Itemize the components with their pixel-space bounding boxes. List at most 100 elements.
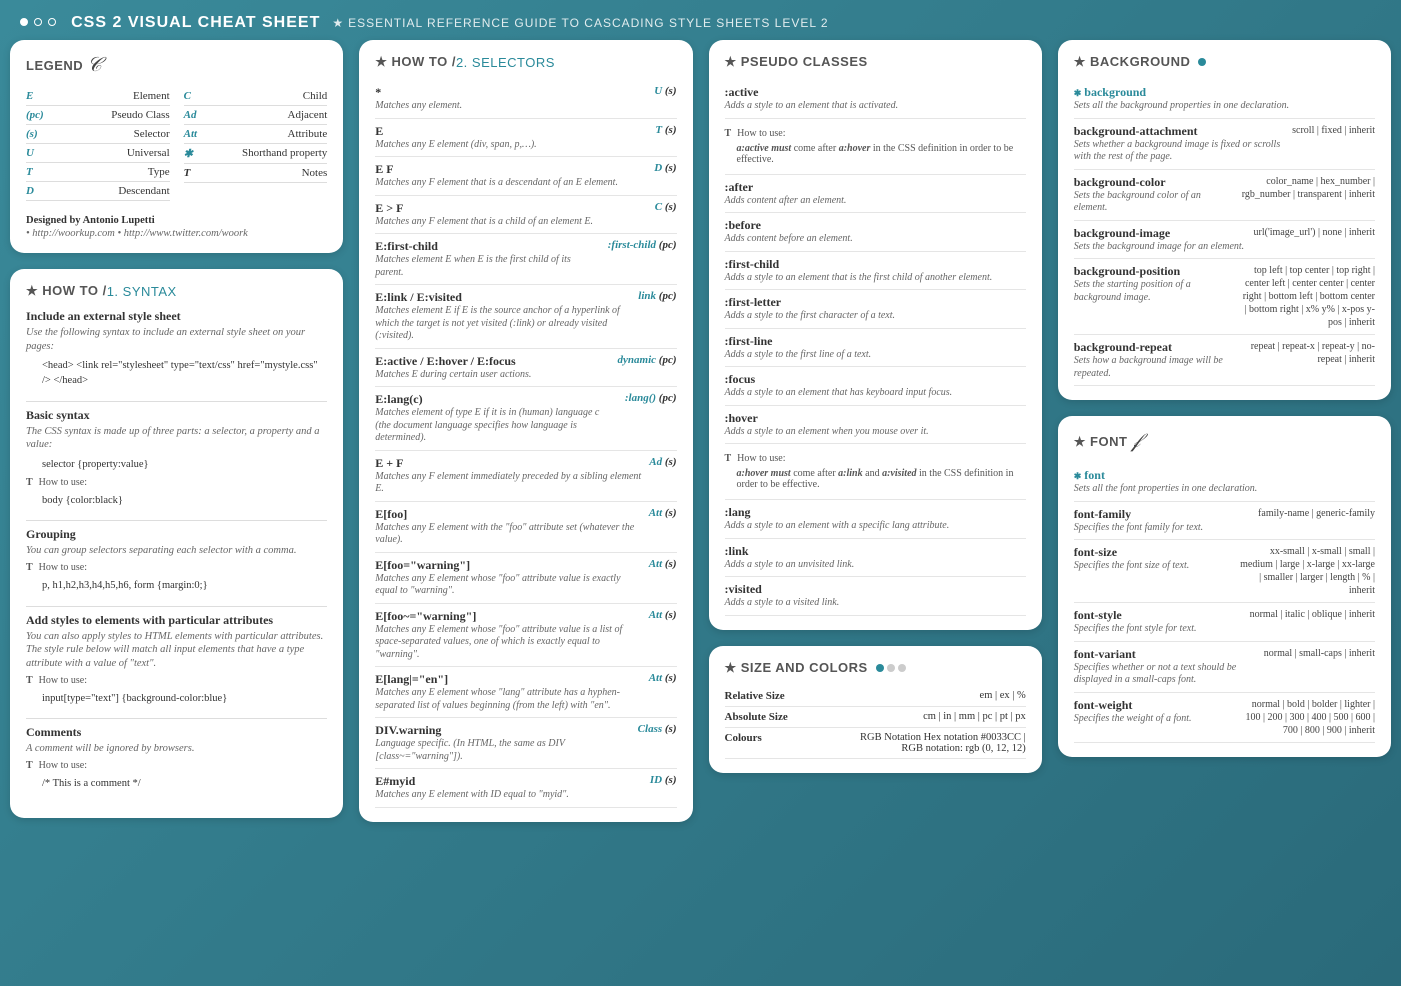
selector-name: E F [375, 162, 646, 177]
selector-desc: Matches any F element immediately preced… [375, 471, 641, 496]
legend-value: Attribute [288, 128, 328, 140]
legend-row: (pc)Pseudo Class [26, 106, 170, 125]
legend-value: Descendant [118, 185, 169, 197]
selector-name: * [375, 85, 646, 100]
selector-name: E:active / E:hover / E:focus [375, 354, 609, 369]
column-2: ★ HOW TO / 2. SELECTORS *Matches any ele… [359, 40, 692, 822]
property-left: background-colorSets the background colo… [1074, 175, 1232, 215]
pseudo-item: :activeAdds a style to an element that i… [725, 80, 1026, 119]
legend-title-text: LEGEND [26, 58, 83, 73]
selector-type: ID (s) [650, 774, 677, 786]
pseudo-item: :linkAdds a style to an unvisited link. [725, 539, 1026, 578]
howto-code: body {color:black} [42, 494, 327, 509]
howto2-num: 2. SELECTORS [456, 55, 555, 70]
size-values: em | ex | % [980, 690, 1026, 702]
page-indicator-dots [20, 17, 59, 29]
section-desc: A comment will be ignored by browsers. [26, 742, 327, 756]
legend-key: Att [184, 128, 197, 140]
property-name: background-position [1074, 264, 1232, 279]
section-title: Basic syntax [26, 408, 327, 423]
legend-key: T [184, 167, 191, 179]
selector-left: EMatches any E element (div, span, p,…). [375, 124, 647, 152]
background-title: ★ BACKGROUND [1074, 54, 1375, 70]
font-card: ★ FONT 𝒻 fontSets all the font propertie… [1058, 416, 1391, 757]
selector-left: E:active / E:hover / E:focusMatches E du… [375, 354, 609, 382]
selector-item: E FMatches any F element that is a desce… [375, 157, 676, 196]
background-card: ★ BACKGROUND backgroundSets all the back… [1058, 40, 1391, 400]
credit-author: Designed by Antonio Lupetti [26, 215, 327, 226]
section-title: Comments [26, 725, 327, 740]
legend-grid: EElement(pc)Pseudo Class(s)SelectorUUniv… [26, 87, 327, 201]
property-left: fontSets all the font properties in one … [1074, 468, 1375, 496]
howto-syntax-card: ★ HOW TO / 1. SYNTAX Include an external… [10, 269, 343, 818]
selector-name: E#myid [375, 774, 642, 789]
font-title: ★ FONT 𝒻 [1074, 430, 1375, 453]
font-f-icon: 𝒻 [1131, 430, 1140, 453]
howto1-title: ★ HOW TO / 1. SYNTAX [26, 283, 327, 299]
pseudo-desc: Adds a style to an element that has keyb… [725, 387, 1026, 400]
selector-name: E + F [375, 456, 641, 471]
divider [26, 718, 327, 719]
font-title-text: ★ FONT [1074, 434, 1128, 450]
size-label: Colours [725, 732, 762, 754]
pseudo-classes-card: ★ PSEUDO CLASSES :activeAdds a style to … [709, 40, 1042, 630]
pseudo-title: ★ PSEUDO CLASSES [725, 54, 1026, 70]
howto-label: How to use: [26, 562, 327, 573]
page-subtitle: ESSENTIAL REFERENCE GUIDE TO CASCADING S… [332, 16, 828, 30]
note-text: a:active must come after a:hover in the … [725, 139, 1026, 169]
property-left: background-positionSets the starting pos… [1074, 264, 1232, 304]
property-item: background-colorSets the background colo… [1074, 170, 1375, 221]
property-values: normal | bold | bolder | lighter | 100 |… [1239, 698, 1375, 737]
note-label: How to use: [725, 453, 1026, 464]
property-values: repeat | repeat-x | repeat-y | no-repeat… [1239, 340, 1375, 366]
selector-desc: Matches any E element (div, span, p,…). [375, 139, 647, 152]
property-values: family-name | generic-family [1258, 507, 1375, 520]
credit-block: Designed by Antonio Lupetti • http://woo… [26, 215, 327, 239]
pseudo-desc: Adds a style to an unvisited link. [725, 559, 1026, 572]
section-title: Grouping [26, 527, 327, 542]
legend-key: T [26, 166, 33, 178]
property-desc: Sets the background color of an element. [1074, 190, 1232, 215]
pseudo-note: How to use:a:hover must come after a:lin… [725, 444, 1026, 500]
property-desc: Sets the background image for an element… [1074, 241, 1246, 254]
dot [34, 18, 42, 26]
legend-col-left: EElement(pc)Pseudo Class(s)SelectorUUniv… [26, 87, 170, 201]
selector-type: dynamic (pc) [618, 354, 677, 366]
pseudo-name: :first-line [725, 334, 1026, 349]
legend-card: LEGEND 𝒞 EElement(pc)Pseudo Class(s)Sele… [10, 40, 343, 253]
legend-key: E [26, 90, 33, 102]
pseudo-item: :afterAdds content after an element. [725, 175, 1026, 214]
pseudo-item: :hoverAdds a style to an element when yo… [725, 406, 1026, 445]
selector-name: DIV.warning [375, 723, 629, 738]
property-name: background-image [1074, 226, 1246, 241]
selector-item: E[foo]Matches any E element with the "fo… [375, 502, 676, 553]
credit-links: • http://woorkup.com • http://www.twitte… [26, 228, 327, 239]
selector-left: E[foo]Matches any E element with the "fo… [375, 507, 640, 547]
divider [26, 606, 327, 607]
pseudo-desc: Adds a style to the first character of a… [725, 310, 1026, 323]
pseudo-body: :activeAdds a style to an element that i… [725, 80, 1026, 616]
howto-code: input[type="text"] {background-color:blu… [42, 692, 327, 707]
selector-type: :lang() (pc) [625, 392, 677, 404]
property-name: background-repeat [1074, 340, 1232, 355]
selector-desc: Matches element of type E if it is in (h… [375, 407, 617, 445]
column-1: LEGEND 𝒞 EElement(pc)Pseudo Class(s)Sele… [10, 40, 343, 822]
property-desc: Specifies whether or not a text should b… [1074, 662, 1256, 687]
divider [26, 520, 327, 521]
selector-name: E:link / E:visited [375, 290, 630, 305]
pseudo-item: :focusAdds a style to an element that ha… [725, 367, 1026, 406]
property-values: normal | italic | oblique | inherit [1250, 608, 1375, 621]
property-name: font-weight [1074, 698, 1232, 713]
selector-type: Att (s) [649, 507, 677, 519]
selector-name: E[foo="warning"] [375, 558, 640, 573]
pseudo-name: :lang [725, 505, 1026, 520]
size-row: Absolute Sizecm | in | mm | pc | pt | px [725, 707, 1026, 728]
legend-row: EElement [26, 87, 170, 106]
size-title: ★ SIZE AND COLORS [725, 660, 1026, 676]
selector-item: E[foo="warning"]Matches any E element wh… [375, 553, 676, 604]
selector-type: Att (s) [649, 558, 677, 570]
selector-left: E > FMatches any F element that is a chi… [375, 201, 647, 229]
selector-item: EMatches any E element (div, span, p,…).… [375, 119, 676, 158]
note-label: How to use: [725, 128, 1026, 139]
selector-desc: Matches E during certain user actions. [375, 369, 609, 382]
